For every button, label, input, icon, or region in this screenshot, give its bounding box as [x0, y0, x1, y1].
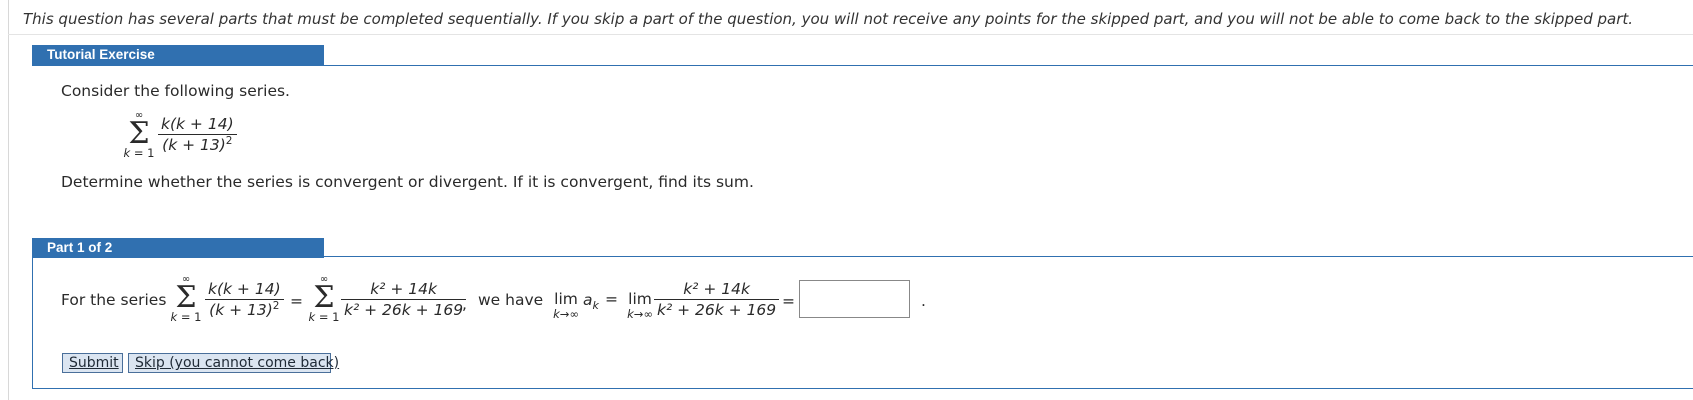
- sigma-glyph: Σ: [128, 116, 150, 151]
- tutorial-header-rule: [32, 65, 1693, 66]
- sigma-symbol: ∞ Σ k = 1: [121, 111, 157, 160]
- limit-answer-input[interactable]: [799, 280, 910, 318]
- fraction-numerator: k(k + 14): [161, 115, 234, 133]
- lim-word: lim: [554, 290, 578, 308]
- comma: ,: [462, 295, 467, 313]
- equals-sign-3: =: [782, 292, 795, 310]
- expanded-fraction: k² + 14k k² + 26k + 169: [341, 280, 467, 320]
- sigma-symbol-3: ∞ Σ k = 1: [306, 275, 342, 324]
- sigma-lower-limit: k = 1: [308, 310, 340, 324]
- equals-sign: =: [290, 292, 303, 310]
- fraction-denominator: k² + 26k + 169: [344, 301, 464, 319]
- part1-lead-text: For the series: [61, 291, 167, 309]
- sigma-symbol-2: ∞ Σ k = 1: [168, 275, 204, 324]
- intro-text: Consider the following series.: [61, 82, 290, 100]
- sentence-period: .: [921, 292, 926, 310]
- part1-header: Part 1 of 2: [32, 238, 324, 258]
- fraction-denominator: (k + 13)2: [162, 134, 233, 154]
- sequential-notice: This question has several parts that mus…: [23, 10, 1634, 28]
- sigma-lower-limit: k = 1: [170, 310, 202, 324]
- equals-sign-2: =: [605, 290, 618, 308]
- tutorial-header: Tutorial Exercise: [32, 45, 324, 65]
- fraction-numerator: k² + 14k: [370, 280, 437, 298]
- fraction-numerator: k(k + 14): [208, 280, 281, 298]
- limit-operator-1: lim k→∞: [546, 290, 586, 320]
- fraction-denominator: k² + 26k + 169: [657, 301, 777, 319]
- sigma-glyph: Σ: [313, 280, 335, 315]
- lim-subscript: k→∞: [553, 307, 579, 321]
- a-k-term: ak: [583, 291, 599, 313]
- notice-divider: [8, 34, 1693, 35]
- part1-series-fraction: k(k + 14) (k + 13)2: [205, 280, 284, 320]
- instruction-text: Determine whether the series is converge…: [61, 173, 754, 191]
- skip-button[interactable]: Skip (you cannot come back): [128, 353, 339, 373]
- left-frame-line: [8, 0, 9, 400]
- submit-button[interactable]: Submit: [62, 353, 123, 373]
- sigma-glyph: Σ: [175, 280, 197, 315]
- fraction-numerator: k² + 14k: [683, 280, 750, 298]
- series-fraction: k(k + 14) (k + 13)2: [158, 115, 237, 155]
- fraction-denominator: (k + 13)2: [209, 299, 280, 319]
- we-have-text: we have: [478, 291, 544, 309]
- limit-fraction: k² + 14k k² + 26k + 169: [654, 280, 780, 320]
- sigma-lower-limit: k = 1: [123, 146, 155, 160]
